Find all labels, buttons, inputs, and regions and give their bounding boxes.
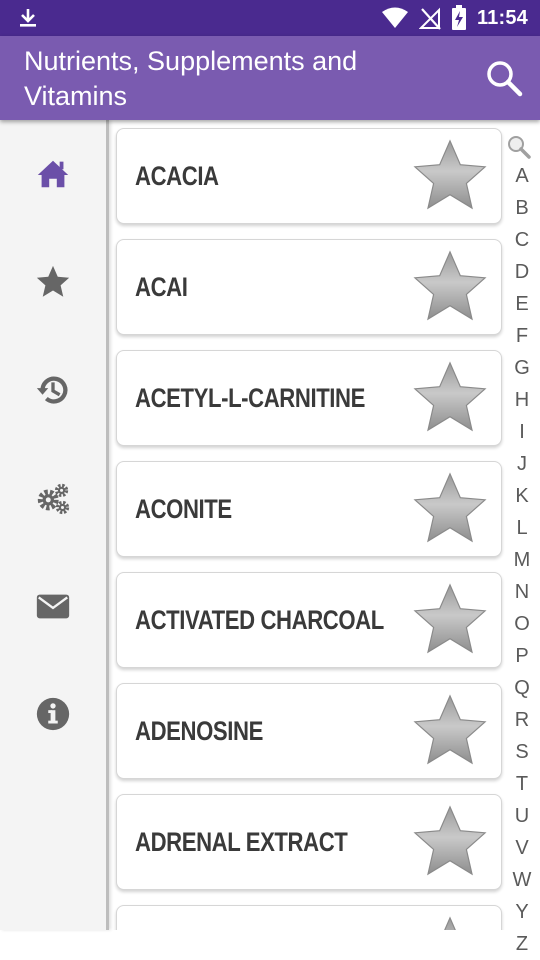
alphabet-letter-a[interactable]: A <box>506 164 538 188</box>
battery-charging-icon <box>451 5 466 30</box>
alphabet-letter-z[interactable]: Z <box>506 932 538 956</box>
mail-icon <box>36 594 70 619</box>
alphabet-letter-y[interactable]: Y <box>506 900 538 924</box>
list-item[interactable]: ADRENAL EXTRACT <box>116 794 502 890</box>
alphabet-letter-l[interactable]: L <box>506 516 538 540</box>
list-item[interactable] <box>116 905 502 930</box>
alphabet-letter-t[interactable]: T <box>506 772 538 796</box>
alphabet-letter-m[interactable]: M <box>506 548 538 572</box>
alphabet-letter-n[interactable]: N <box>506 580 538 604</box>
favorite-star-icon[interactable] <box>411 470 489 548</box>
search-icon[interactable] <box>484 58 524 98</box>
alphabet-letter-q[interactable]: Q <box>506 676 538 700</box>
list-item-name: ADENOSINE <box>135 716 263 746</box>
alphabet-letter-e[interactable]: E <box>506 292 538 316</box>
info-icon <box>36 697 70 731</box>
favorite-star-icon[interactable] <box>411 137 489 215</box>
list-item-name: ACTIVATED CHARCOAL <box>135 605 384 635</box>
nav-info-button[interactable] <box>0 684 106 744</box>
alphabet-letter-f[interactable]: F <box>506 324 538 348</box>
list-item[interactable]: ACTIVATED CHARCOAL <box>116 572 502 668</box>
history-icon <box>36 376 68 404</box>
alphabet-letter-d[interactable]: D <box>506 260 538 284</box>
side-navigation <box>0 120 109 930</box>
list-item-name: ACETYL-L-CARNITINE <box>135 383 365 413</box>
wifi-icon <box>381 7 408 28</box>
list-item[interactable]: ACACIA <box>116 128 502 224</box>
alphabet-letter-u[interactable]: U <box>506 804 538 828</box>
alphabet-letter-k[interactable]: K <box>506 484 538 508</box>
status-bar: 11:54 <box>0 0 540 36</box>
gears-icon <box>37 483 70 515</box>
favorite-star-icon[interactable] <box>411 692 489 770</box>
list-item-name: ACAI <box>135 272 188 302</box>
favorite-star-icon[interactable] <box>411 248 489 326</box>
index-search-icon[interactable] <box>506 134 532 160</box>
alphabet-letter-b[interactable]: B <box>506 196 538 220</box>
alphabet-letter-w[interactable]: W <box>506 868 538 892</box>
alphabet-letter-j[interactable]: J <box>506 452 538 476</box>
alphabet-letter-h[interactable]: H <box>506 388 538 412</box>
favorite-star-icon[interactable] <box>411 359 489 437</box>
app-bar: Nutrients, Supplements and Vitamins <box>0 36 540 120</box>
alphabet-index: ABCDEFGHIJKLMNOPQRSTUVWYZ <box>506 132 540 960</box>
alphabet-letter-v[interactable]: V <box>506 836 538 860</box>
nav-favorites-button[interactable] <box>0 252 106 312</box>
favorite-star-icon[interactable] <box>411 914 489 930</box>
star-icon <box>36 265 70 297</box>
favorite-star-icon[interactable] <box>411 581 489 659</box>
supplement-list: ACACIA ACAI ACETYL-L-CARNITINE ACONITE A… <box>110 120 506 930</box>
no-signal-icon <box>418 7 441 30</box>
alphabet-letter-s[interactable]: S <box>506 740 538 764</box>
download-icon <box>20 9 36 27</box>
alphabet-letter-g[interactable]: G <box>506 356 538 380</box>
list-item[interactable]: ADENOSINE <box>116 683 502 779</box>
favorite-star-icon[interactable] <box>411 803 489 881</box>
alphabet-letter-p[interactable]: P <box>506 644 538 668</box>
home-icon <box>37 160 69 188</box>
page-title: Nutrients, Supplements and Vitamins <box>24 46 358 111</box>
alphabet-letter-i[interactable]: I <box>506 420 538 444</box>
list-item-name: ACACIA <box>135 161 219 191</box>
status-time: 11:54 <box>476 6 528 29</box>
list-item-name: ADRENAL EXTRACT <box>135 827 348 857</box>
nav-history-button[interactable] <box>0 360 106 420</box>
nav-contact-button[interactable] <box>0 576 106 636</box>
list-item[interactable]: ACONITE <box>116 461 502 557</box>
alphabet-letter-o[interactable]: O <box>506 612 538 636</box>
list-item[interactable]: ACETYL-L-CARNITINE <box>116 350 502 446</box>
nav-settings-button[interactable] <box>0 468 106 528</box>
list-item-name: ACONITE <box>135 494 232 524</box>
list-item[interactable]: ACAI <box>116 239 502 335</box>
alphabet-letter-c[interactable]: C <box>506 228 538 252</box>
nav-home-button[interactable] <box>0 144 106 204</box>
alphabet-letter-r[interactable]: R <box>506 708 538 732</box>
